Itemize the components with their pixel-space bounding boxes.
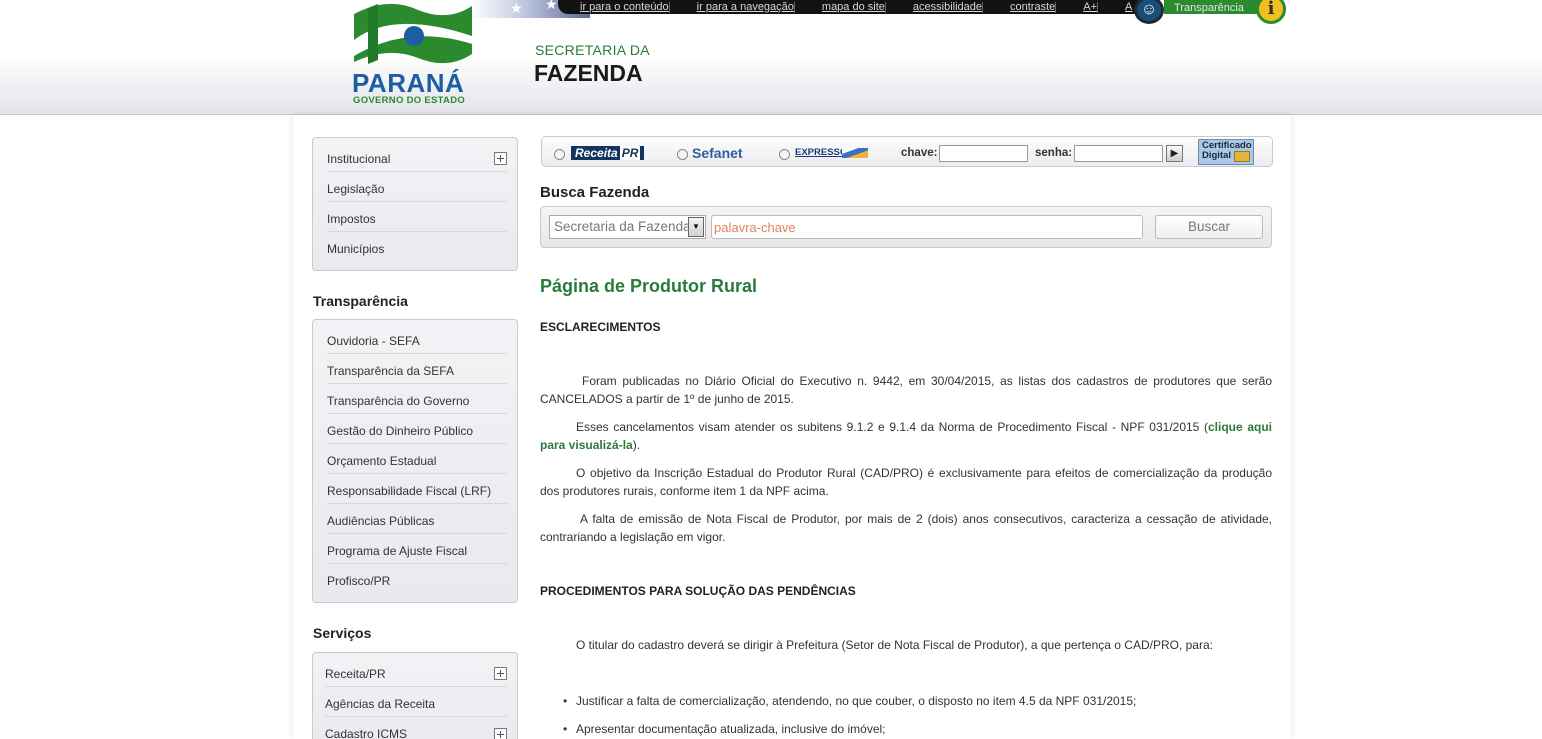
sidebar-item-label: Agências da Receita xyxy=(325,696,436,711)
sefanet-logo: Sefanet xyxy=(692,145,743,161)
sidebar-item-label: Institucional xyxy=(327,151,391,166)
sidebar-item-audiencias[interactable]: Audiências Públicas xyxy=(327,504,507,534)
sidebar-item-impostos[interactable]: Impostos xyxy=(327,202,507,232)
sidebar-item-label: Gestão do Dinheiro Público xyxy=(327,423,474,438)
paragraph-objetivo: O objetivo da Inscrição Estadual do Prod… xyxy=(540,466,1272,498)
sidebar-item-orcamento[interactable]: Orçamento Estadual xyxy=(327,444,507,474)
sidebar-item-label: Profisco/PR xyxy=(327,574,391,588)
accessibility-link[interactable]: acessibilidade xyxy=(913,1,983,13)
transparency-label: Transparência xyxy=(1174,2,1244,14)
sidebar-item-municipios[interactable]: Municípios xyxy=(327,232,507,262)
login-submit-button[interactable]: ▶ xyxy=(1166,145,1183,162)
list-item: Apresentar documentação atualizada, incl… xyxy=(540,720,1272,738)
star-icon: ★ xyxy=(545,0,558,12)
paragraph-text: Esses cancelamentos visam atender os sub… xyxy=(576,420,1208,434)
accessibility-bar: ir para o conteúdo ir para a navegação m… xyxy=(558,0,1138,14)
skip-to-content-link[interactable]: ir para o conteúdo xyxy=(580,1,670,13)
sidebar-item-profisco[interactable]: Profisco/PR xyxy=(327,564,507,594)
sidebar-item-label: Receita/PR xyxy=(325,666,386,681)
sidebar-item-institucional[interactable]: Institucional xyxy=(327,142,507,172)
expand-plus-icon[interactable] xyxy=(494,727,507,739)
chave-input[interactable] xyxy=(939,145,1028,162)
sidebar-item-label: Legislação xyxy=(327,181,385,196)
sidebar-menu-transparencia: Ouvidoria - SEFA Transparência da SEFA T… xyxy=(312,319,518,603)
section-heading-procedimentos: PROCEDIMENTOS PARA SOLUÇÃO DAS PENDÊNCIA… xyxy=(540,584,856,598)
page-title: Página de Produtor Rural xyxy=(540,276,758,296)
paragraph-publicacao: Foram publicadas no Diário Oficial do Ex… xyxy=(540,374,1272,406)
sidebar-item-cadastro-icms[interactable]: Cadastro ICMS xyxy=(325,717,507,739)
sidebar-menu-servicos: Receita/PR Agências da Receita Cadastro … xyxy=(312,652,518,739)
senha-label: senha: xyxy=(1035,147,1073,159)
sidebar-item-label: Transparência da SEFA xyxy=(327,363,454,378)
sidebar-item-label: Ouvidoria - SEFA xyxy=(327,333,420,348)
certificado-digital-button[interactable]: Certificado Digital xyxy=(1198,139,1254,165)
expand-plus-icon[interactable] xyxy=(494,152,507,165)
sidebar-item-gestao-dinheiro[interactable]: Gestão do Dinheiro Público xyxy=(327,414,507,444)
expresso-logo-mark xyxy=(842,148,868,158)
receita-logo-pr: PR xyxy=(619,146,641,160)
expand-plus-icon[interactable] xyxy=(494,667,507,680)
logo-subtitle: GOVERNO DO ESTADO xyxy=(353,95,466,106)
main-content: Página de Produtor Rural ESCLARECIMENTOS… xyxy=(540,276,1272,738)
star-icon: ★ xyxy=(510,0,523,16)
radio-expresso[interactable] xyxy=(779,149,790,160)
sidebar-item-receita-pr[interactable]: Receita/PR xyxy=(325,657,507,687)
radio-receita-pr[interactable] xyxy=(554,149,565,160)
sidebar-item-label: Orçamento Estadual xyxy=(327,453,437,468)
search-title: Busca Fazenda xyxy=(540,184,650,201)
skip-to-navigation-link[interactable]: ir para a navegação xyxy=(697,1,795,13)
paragraph-falta-emissao: A falta de emissão de Nota Fiscal de Pro… xyxy=(540,512,1272,544)
sidebar-item-label: Programa de Ajuste Fiscal xyxy=(327,543,468,558)
sidebar-item-label: Audiências Públicas xyxy=(327,513,435,528)
sidebar-item-lrf[interactable]: Responsabilidade Fiscal (LRF) xyxy=(327,474,507,504)
sidebar-item-label: Responsabilidade Fiscal (LRF) xyxy=(327,483,492,498)
sidebar-item-transparencia-sefa[interactable]: Transparência da SEFA xyxy=(327,354,507,384)
sidebar-item-agencias[interactable]: Agências da Receita xyxy=(325,687,507,717)
expresso-logo: EXPRESSO xyxy=(795,147,848,158)
paragraph-text: ). xyxy=(632,438,641,452)
list-item: Justificar a falta de comercialização, a… xyxy=(540,692,1272,710)
contrast-link[interactable]: contraste xyxy=(1010,1,1057,13)
search-button[interactable]: Buscar xyxy=(1155,215,1263,239)
sidebar-heading-servicos: Serviços xyxy=(313,625,372,641)
font-decrease-link[interactable]: A xyxy=(1125,1,1132,13)
sidebar-item-transparencia-governo[interactable]: Transparência do Governo xyxy=(327,384,507,414)
sidebar-item-label: Cadastro ICMS xyxy=(325,727,408,739)
sidebar-item-label: Impostos xyxy=(327,211,376,226)
paragraph-titular: O titular do cadastro deverá se dirigir … xyxy=(576,638,1213,652)
radio-sefanet[interactable] xyxy=(677,149,688,160)
section-heading-esclarecimentos: ESCLARECIMENTOS xyxy=(540,320,661,334)
brand-line-2: FAZENDA xyxy=(534,60,643,86)
sidebar-heading-transparencia: Transparência xyxy=(313,293,408,309)
sidebar-item-legislacao[interactable]: Legislação xyxy=(327,172,507,202)
chave-label: chave: xyxy=(901,147,938,159)
sidebar-item-label: Transparência do Governo xyxy=(327,393,470,408)
chevron-down-icon[interactable]: ▼ xyxy=(688,217,704,237)
receita-logo-text: Receita xyxy=(575,146,618,160)
sidebar-item-ajuste-fiscal[interactable]: Programa de Ajuste Fiscal xyxy=(327,534,507,564)
sidebar-item-ouvidoria[interactable]: Ouvidoria - SEFA xyxy=(327,324,507,354)
sidebar-item-label: Municípios xyxy=(327,242,385,256)
paragraph-cancelamentos: Esses cancelamentos visam atender os sub… xyxy=(540,418,1272,454)
cert-label-line2: Digital xyxy=(1202,150,1232,161)
receita-pr-logo: Receita PR xyxy=(571,146,644,160)
chip-icon xyxy=(1234,151,1250,162)
senha-input[interactable] xyxy=(1074,145,1163,162)
search-scope-select[interactable]: Secretaria da Fazenda xyxy=(549,215,706,239)
site-header xyxy=(0,0,1542,115)
sidebar-menu-main: Institucional Legislação Impostos Municí… xyxy=(312,137,518,271)
font-increase-link[interactable]: A+ xyxy=(1083,1,1099,13)
transparency-link[interactable]: Transparência xyxy=(1164,0,1264,14)
search-input[interactable] xyxy=(711,215,1143,239)
site-map-link[interactable]: mapa do site xyxy=(822,1,886,13)
brand-line-1: SECRETARIA DA xyxy=(535,42,650,58)
